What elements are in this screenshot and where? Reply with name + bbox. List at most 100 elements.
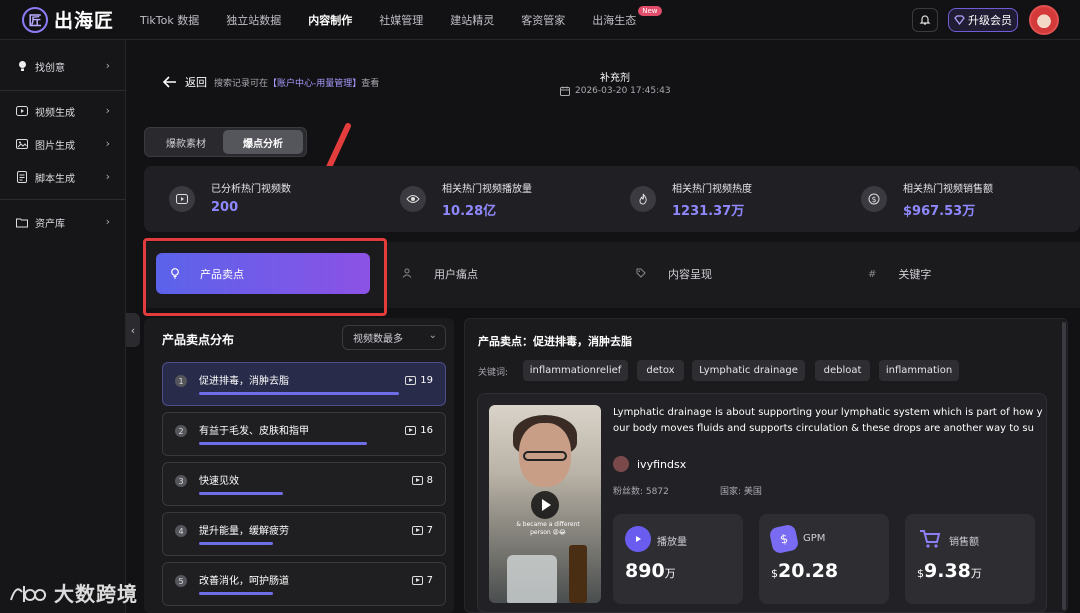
sort-select-value: 视频数最多: [353, 334, 403, 345]
keyword-chip[interactable]: debloat: [815, 360, 870, 381]
usage-management-link[interactable]: 【账户中心-用量管理】: [268, 79, 361, 89]
video-icon: [405, 426, 417, 435]
page-title: 补充剂: [600, 73, 630, 84]
metric-unit: 万: [664, 567, 676, 580]
video-author[interactable]: ivyfindsx: [613, 456, 686, 472]
sidebar-collapse-button[interactable]: ‹: [126, 313, 140, 347]
count-number: 7: [426, 525, 433, 536]
nav-item-crm[interactable]: 客资管家: [521, 12, 565, 28]
nav-item-store-data[interactable]: 独立站数据: [226, 12, 281, 28]
stat-label: 已分析热门视频数: [211, 184, 291, 195]
notification-button[interactable]: [912, 8, 938, 32]
image-icon: [16, 138, 28, 150]
author-name: ivyfindsx: [637, 457, 687, 471]
app-logo[interactable]: 匠 出海匠: [22, 6, 114, 33]
chevron-right-icon: ›: [105, 170, 110, 183]
distribution-item[interactable]: 4 提升能量，缓解疲劳 7: [162, 512, 446, 556]
chevron-right-icon: ›: [105, 215, 110, 228]
tab-keywords[interactable]: # 关键字: [868, 266, 931, 282]
search-date-text: 2026-03-20 17:45:43: [575, 86, 671, 96]
count-number: 7: [426, 575, 433, 586]
distribution-item-count: 19: [405, 375, 433, 386]
video-icon: [411, 526, 423, 535]
video-icon: [405, 376, 417, 385]
distribution-title: 产品卖点分布: [162, 333, 235, 347]
stat-label: 相关热门视频销售额: [903, 184, 993, 195]
distribution-item[interactable]: 3 快速见效 8: [162, 462, 446, 506]
nav-item-social[interactable]: 社媒管理: [379, 12, 423, 28]
detail-scrollbar[interactable]: [1062, 322, 1066, 610]
chevron-down-icon: ⌄: [428, 330, 437, 341]
sidebar-item-video[interactable]: 视频生成 ›: [0, 98, 126, 124]
sidebar-divider: [0, 199, 126, 200]
tag-icon: [636, 268, 646, 281]
user-avatar[interactable]: [1029, 5, 1059, 35]
main-nav: TikTok 数据 独立站数据 内容制作 社媒管理 建站精灵 客资管家 出海生态…: [140, 0, 663, 40]
distribution-item[interactable]: 2 有益于毛发、皮肤和指甲 16: [162, 412, 446, 456]
distribution-item[interactable]: 5 改善消化，呵护肠道 7: [162, 562, 446, 606]
distribution-item-label: 提升能量，缓解疲劳: [199, 526, 289, 537]
metric-gpm: $ GPM $20.28: [759, 514, 889, 604]
rank-number: 5: [175, 575, 187, 587]
tab-content-presentation[interactable]: 内容呈现: [636, 266, 712, 282]
tab-label: 用户痛点: [434, 268, 478, 281]
upgrade-button[interactable]: 升级会员: [948, 8, 1018, 32]
bulb-icon: [16, 60, 28, 72]
distribution-item-count: 7: [411, 575, 433, 586]
nav-item-site-builder[interactable]: 建站精灵: [450, 12, 494, 28]
sidebar-item-label: 资产库: [35, 218, 65, 230]
distribution-item-label: 快速见效: [199, 476, 239, 487]
tab-label: 内容呈现: [668, 268, 712, 281]
metric-number: 20.28: [778, 560, 839, 582]
keywords-label: 关键词:: [478, 368, 509, 378]
keyword-chip[interactable]: inflammationrelief: [523, 360, 628, 381]
video-description: Lymphatic drainage is about supporting y…: [613, 407, 1043, 434]
count-number: 8: [426, 475, 433, 486]
usage-note-suffix: 查看: [361, 79, 380, 89]
tab-pain-points[interactable]: 用户痛点: [402, 266, 478, 282]
video-icon: [16, 105, 28, 117]
user-icon: [402, 268, 412, 281]
tab-viral-materials[interactable]: 爆款素材: [149, 130, 223, 154]
video-thumbnail[interactable]: & became a different person 😩😂: [489, 405, 601, 603]
search-date: 2026-03-20 17:45:43: [560, 86, 680, 96]
nav-item-content[interactable]: 内容制作: [308, 12, 352, 28]
back-label: 返回: [185, 76, 207, 89]
sidebar-item-assets[interactable]: 资产库 ›: [0, 209, 126, 235]
selling-point-distribution: 产品卖点分布 视频数最多 ⌄ 1 促进排毒，消肿去脂 19 2 有益于毛发、皮肤和指甲 1…: [144, 318, 454, 613]
author-country: 国家: 美国: [720, 487, 762, 497]
sort-select[interactable]: 视频数最多 ⌄: [342, 325, 446, 350]
folder-icon: [16, 216, 28, 228]
rank-number: 4: [175, 525, 187, 537]
video-icon: [411, 476, 423, 485]
rank-number: 2: [175, 425, 187, 437]
arrow-left-icon: [163, 76, 176, 88]
nav-item-ecosystem[interactable]: 出海生态 New: [592, 6, 662, 28]
keyword-chip[interactable]: detox: [637, 360, 684, 381]
stat-label: 相关热门视频播放量: [442, 184, 532, 195]
metric-label: 销售额: [949, 537, 979, 548]
distribution-item[interactable]: 1 促进排毒，消肿去脂 19: [162, 362, 446, 406]
metric-value: $9.38万: [917, 560, 982, 582]
sidebar-item-label: 脚本生成: [35, 173, 75, 185]
play-icon[interactable]: [531, 491, 559, 519]
count-number: 16: [420, 425, 433, 436]
rank-number: 3: [175, 475, 187, 487]
video-caption: & became a different person 😩😂: [516, 521, 580, 536]
sidebar-item-script[interactable]: 脚本生成 ›: [0, 164, 126, 190]
metric-number: 890: [625, 560, 665, 582]
stat-value: $967.53万: [903, 204, 976, 219]
distribution-item-bar: [199, 392, 399, 395]
sidebar-item-ideas[interactable]: 找创意 ›: [0, 53, 126, 79]
dollar-icon: $: [768, 523, 800, 555]
sidebar-item-image[interactable]: 图片生成 ›: [0, 131, 126, 157]
distribution-item-label: 有益于毛发、皮肤和指甲: [199, 426, 309, 437]
back-button[interactable]: 返回: [163, 74, 207, 90]
watermark-logo-icon: [10, 585, 47, 602]
author-followers: 粉丝数: 5872: [613, 487, 669, 497]
keyword-chip[interactable]: Lymphatic drainage: [692, 360, 805, 381]
watermark: 大数跨境: [8, 578, 138, 607]
nav-item-tiktok[interactable]: TikTok 数据: [140, 12, 199, 28]
keyword-chip[interactable]: inflammation: [879, 360, 959, 381]
distribution-item-label: 改善消化，呵护肠道: [199, 576, 289, 587]
